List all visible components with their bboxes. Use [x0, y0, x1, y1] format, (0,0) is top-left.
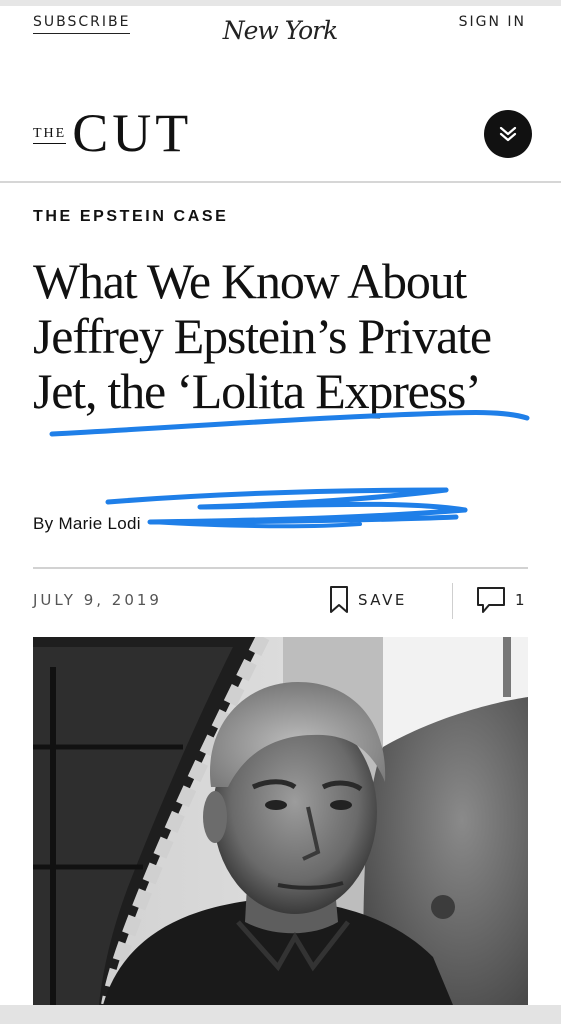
article-byline[interactable]: By Marie Lodi [33, 514, 141, 534]
publish-date: JULY 9, 2019 [33, 591, 162, 609]
the-cut-logo-the: THE [33, 126, 67, 144]
subscribe-link[interactable]: SUBSCRIBE [33, 14, 131, 34]
double-chevron-down-icon [499, 126, 517, 142]
hero-photo [33, 637, 528, 1005]
new-york-logo[interactable]: New York [200, 16, 360, 45]
hero-image [33, 637, 528, 1005]
comment-count: 1 [515, 591, 525, 609]
bookmark-icon [330, 586, 348, 613]
header-divider [0, 181, 561, 183]
comment-icon [477, 587, 505, 613]
meta-divider [33, 567, 528, 569]
comments-button[interactable]: 1 [475, 585, 525, 615]
sign-in-link[interactable]: SIGN IN [459, 14, 526, 30]
menu-button[interactable] [484, 110, 532, 158]
the-cut-logo-cut: CUT [72, 103, 193, 163]
save-button[interactable]: SAVE [328, 585, 407, 615]
the-cut-logo[interactable]: THE CUT [33, 106, 192, 160]
save-label: SAVE [358, 591, 407, 609]
article-headline: What We Know About Jeffrey Epstein’s Pri… [33, 253, 492, 419]
article-rubric[interactable]: THE EPSTEIN CASE [33, 208, 228, 226]
bottom-strip [0, 1005, 561, 1024]
status-strip [0, 0, 561, 6]
meta-separator [452, 583, 453, 619]
